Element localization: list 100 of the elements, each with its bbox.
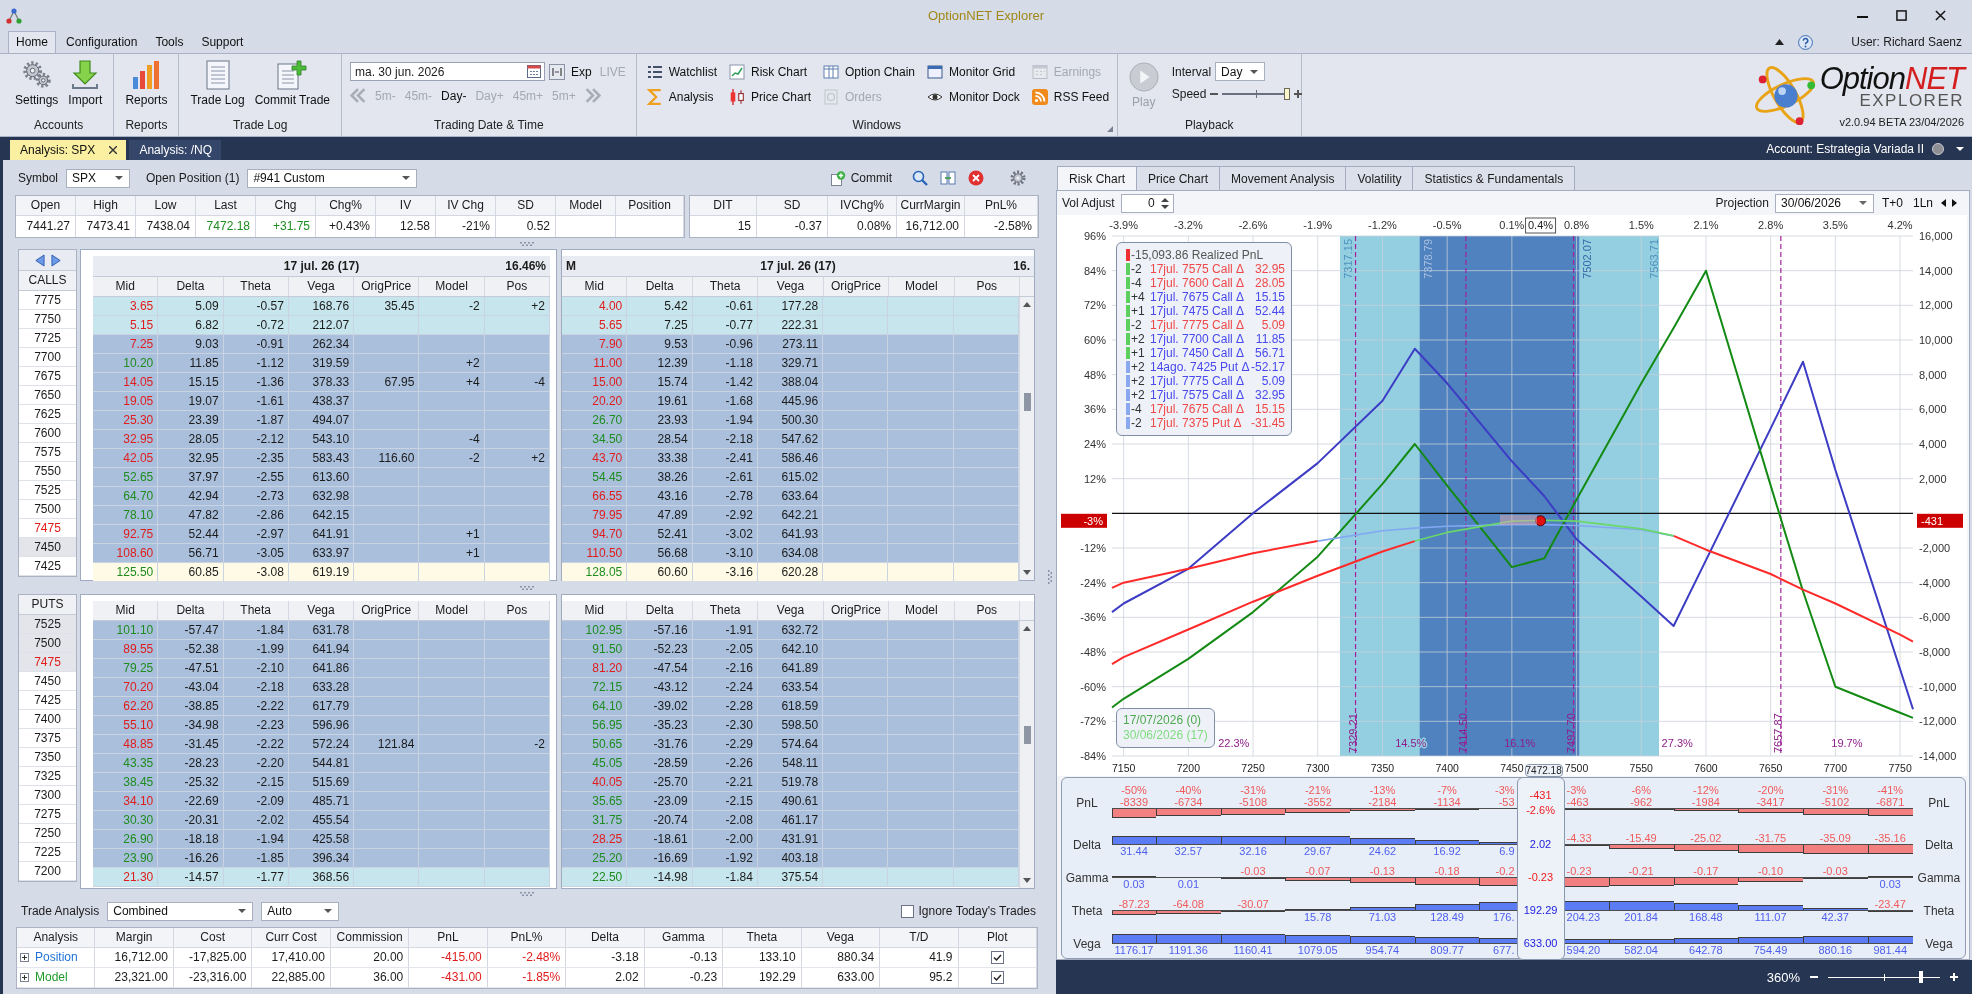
- table-row[interactable]: 91.50 -52.23 -2.05 642.10: [562, 640, 1019, 659]
- slider-thumb[interactable]: [1284, 88, 1291, 100]
- table-row[interactable]: 64.70 42.94 -2.73 632.98: [93, 487, 550, 506]
- chart-tab[interactable]: Movement Analysis: [1219, 166, 1347, 190]
- window-button[interactable]: Monitor Dock: [927, 89, 1020, 105]
- table-row[interactable]: 79.25 -47.51 -2.10 641.86: [93, 659, 550, 678]
- window-button[interactable]: Watchlist: [646, 64, 717, 80]
- minimize-icon[interactable]: [1857, 15, 1868, 18]
- menu-tab[interactable]: Tools: [147, 31, 192, 53]
- document-tab[interactable]: Analysis: /NQ: [129, 140, 222, 160]
- table-row[interactable]: 15.00 15.74 -1.42 388.04: [562, 373, 1019, 392]
- splitter-grip-icon[interactable]: [519, 585, 534, 590]
- table-row[interactable]: 55.10 -34.98 -2.23 596.96: [93, 716, 550, 735]
- document-tab[interactable]: Analysis: SPX: [10, 140, 127, 160]
- chart-tab[interactable]: Risk Chart: [1057, 166, 1137, 190]
- checkbox[interactable]: [990, 951, 1004, 964]
- table-row[interactable]: 5.15 6.82 -0.72 212.07: [93, 316, 550, 335]
- splitter-grip-icon[interactable]: [519, 241, 534, 246]
- chart-tab[interactable]: Statistics & Fundamentals: [1412, 166, 1576, 190]
- table-row[interactable]: 3.65 5.09 -0.57 168.76 35.45 -2 +2: [93, 297, 550, 316]
- table-row[interactable]: 10.20 11.85 -1.12 319.59 +2: [93, 354, 550, 373]
- table-row[interactable]: 26.90 -18.18 -1.94 425.58: [93, 830, 550, 849]
- spinner-arrows-icon[interactable]: [1160, 197, 1169, 209]
- table-row[interactable]: 54.45 38.26 -2.61 615.02: [562, 468, 1019, 487]
- table-row[interactable]: 52.65 37.97 -2.55 613.60: [93, 468, 550, 487]
- ribbon-button[interactable]: Trade Log: [185, 57, 250, 110]
- table-row[interactable]: 62.20 -38.85 -2.22 617.79: [93, 697, 550, 716]
- table-row[interactable]: 48.85 -31.45 -2.22 572.24 121.84 -2: [93, 735, 550, 754]
- window-button[interactable]: Option Chain: [823, 64, 916, 80]
- window-button[interactable]: Price Chart: [728, 89, 811, 105]
- ribbon-button[interactable]: Settings: [10, 57, 64, 110]
- expand-icon[interactable]: [20, 973, 29, 982]
- table-row[interactable]: 38.45 -25.32 -2.15 515.69: [93, 773, 550, 792]
- table-row[interactable]: 40.05 -25.70 -2.21 519.78: [562, 773, 1019, 792]
- table-row[interactable]: 20.20 19.61 -1.68 445.96: [562, 392, 1019, 411]
- caret-up-icon[interactable]: [1775, 39, 1785, 45]
- menu-tab[interactable]: Home: [8, 31, 56, 53]
- table-row[interactable]: 78.10 47.82 -2.86 642.15: [93, 506, 550, 525]
- vol-adjust-field[interactable]: 0: [1120, 193, 1174, 213]
- dialog-launcher-icon[interactable]: [1106, 126, 1113, 132]
- interval-dropdown[interactable]: Day: [1215, 62, 1266, 81]
- menu-tab[interactable]: Support: [193, 31, 252, 53]
- table-row[interactable]: 32.95 28.05 -2.12 543.10 -4: [93, 430, 550, 449]
- split-view-icon[interactable]: [940, 170, 956, 186]
- next-arrow-icon[interactable]: [1952, 199, 1957, 207]
- table-row[interactable]: 25.30 23.39 -1.87 494.07: [93, 411, 550, 430]
- table-row[interactable]: 25.20 -16.69 -1.92 403.18: [562, 849, 1019, 868]
- table-row[interactable]: 19.05 19.07 -1.61 438.37: [93, 392, 550, 411]
- window-button[interactable]: Monitor Grid: [927, 64, 1020, 80]
- table-row[interactable]: 70.20 -43.04 -2.18 633.28: [93, 678, 550, 697]
- row-name[interactable]: Model: [35, 968, 68, 987]
- window-button[interactable]: RSS Feed: [1031, 89, 1110, 105]
- analysis-mode-dropdown[interactable]: Combined: [107, 901, 254, 921]
- ribbon-button[interactable]: Reports: [120, 57, 173, 110]
- table-row[interactable]: 56.95 -35.23 -2.30 598.50: [562, 716, 1019, 735]
- table-row[interactable]: 42.05 32.95 -2.35 583.43 116.60 -2 +2: [93, 449, 550, 468]
- scrollbar[interactable]: [1019, 621, 1034, 888]
- maximize-icon[interactable]: [1896, 10, 1907, 21]
- table-row[interactable]: 43.35 -28.23 -2.20 544.81: [93, 754, 550, 773]
- scrollbar[interactable]: [1019, 297, 1034, 580]
- scroll-up-icon[interactable]: [1023, 626, 1031, 631]
- plus-icon[interactable]: [1950, 973, 1958, 981]
- previous-arrow-icon[interactable]: [1941, 199, 1946, 207]
- table-row[interactable]: 125.50 60.85 -3.08 619.19: [93, 563, 550, 581]
- splitter-grip-icon[interactable]: [519, 892, 534, 896]
- checkbox[interactable]: [900, 904, 914, 918]
- table-row[interactable]: 7.90 9.53 -0.96 273.11: [562, 335, 1019, 354]
- help-icon[interactable]: [1798, 34, 1814, 50]
- caret-icon[interactable]: [1956, 146, 1964, 151]
- table-row[interactable]: 34.10 -22.69 -2.09 485.71: [93, 792, 550, 811]
- projection-date-dropdown[interactable]: 30/06/2026: [1774, 193, 1874, 213]
- lines-button[interactable]: 1Ln: [1910, 196, 1935, 210]
- search-icon[interactable]: [912, 170, 928, 186]
- commit-button[interactable]: Commit: [830, 170, 900, 186]
- table-row[interactable]: 102.95 -57.16 -1.91 632.72: [562, 621, 1019, 640]
- scroll-up-icon[interactable]: [1023, 302, 1031, 307]
- table-row[interactable]: 7.25 9.03 -0.91 262.34: [93, 335, 550, 354]
- projection-offset-button[interactable]: T+0: [1879, 196, 1905, 210]
- scrollbar-thumb[interactable]: [1023, 393, 1031, 411]
- splitter-grip-icon[interactable]: [1048, 570, 1052, 584]
- row-name[interactable]: Position: [35, 948, 78, 967]
- table-row[interactable]: 22.50 -14.98 -1.84 375.54: [562, 868, 1019, 887]
- minus-icon[interactable]: [1210, 93, 1219, 95]
- table-row[interactable]: 26.70 23.93 -1.94 500.30: [562, 411, 1019, 430]
- window-button[interactable]: Risk Chart: [728, 64, 811, 80]
- table-row[interactable]: 43.70 33.38 -2.41 586.46: [562, 449, 1019, 468]
- table-row[interactable]: 35.65 -23.09 -2.15 490.61: [562, 792, 1019, 811]
- table-row[interactable]: 94.70 52.41 -3.02 641.93: [562, 525, 1019, 544]
- table-row[interactable]: 21.30 -14.57 -1.77 368.56: [93, 868, 550, 887]
- table-row[interactable]: 14.05 15.15 -1.36 378.33 67.95 +4 -4: [93, 373, 550, 392]
- table-row[interactable]: 81.20 -47.54 -2.16 641.89: [562, 659, 1019, 678]
- table-row[interactable]: 101.10 -57.47 -1.84 631.78: [93, 621, 550, 640]
- table-row[interactable]: 79.95 47.89 -2.92 642.21: [562, 506, 1019, 525]
- scrollbar-thumb[interactable]: [1023, 726, 1031, 744]
- table-row[interactable]: 128.05 60.60 -3.16 620.28: [562, 563, 1019, 581]
- table-row[interactable]: 64.10 -39.02 -2.28 618.59: [562, 697, 1019, 716]
- table-row[interactable]: 45.05 -28.59 -2.26 548.11: [562, 754, 1019, 773]
- table-row[interactable]: 11.00 12.39 -1.18 329.71: [562, 354, 1019, 373]
- close-icon[interactable]: [109, 146, 118, 154]
- table-row[interactable]: 31.75 -20.74 -2.08 461.17: [562, 811, 1019, 830]
